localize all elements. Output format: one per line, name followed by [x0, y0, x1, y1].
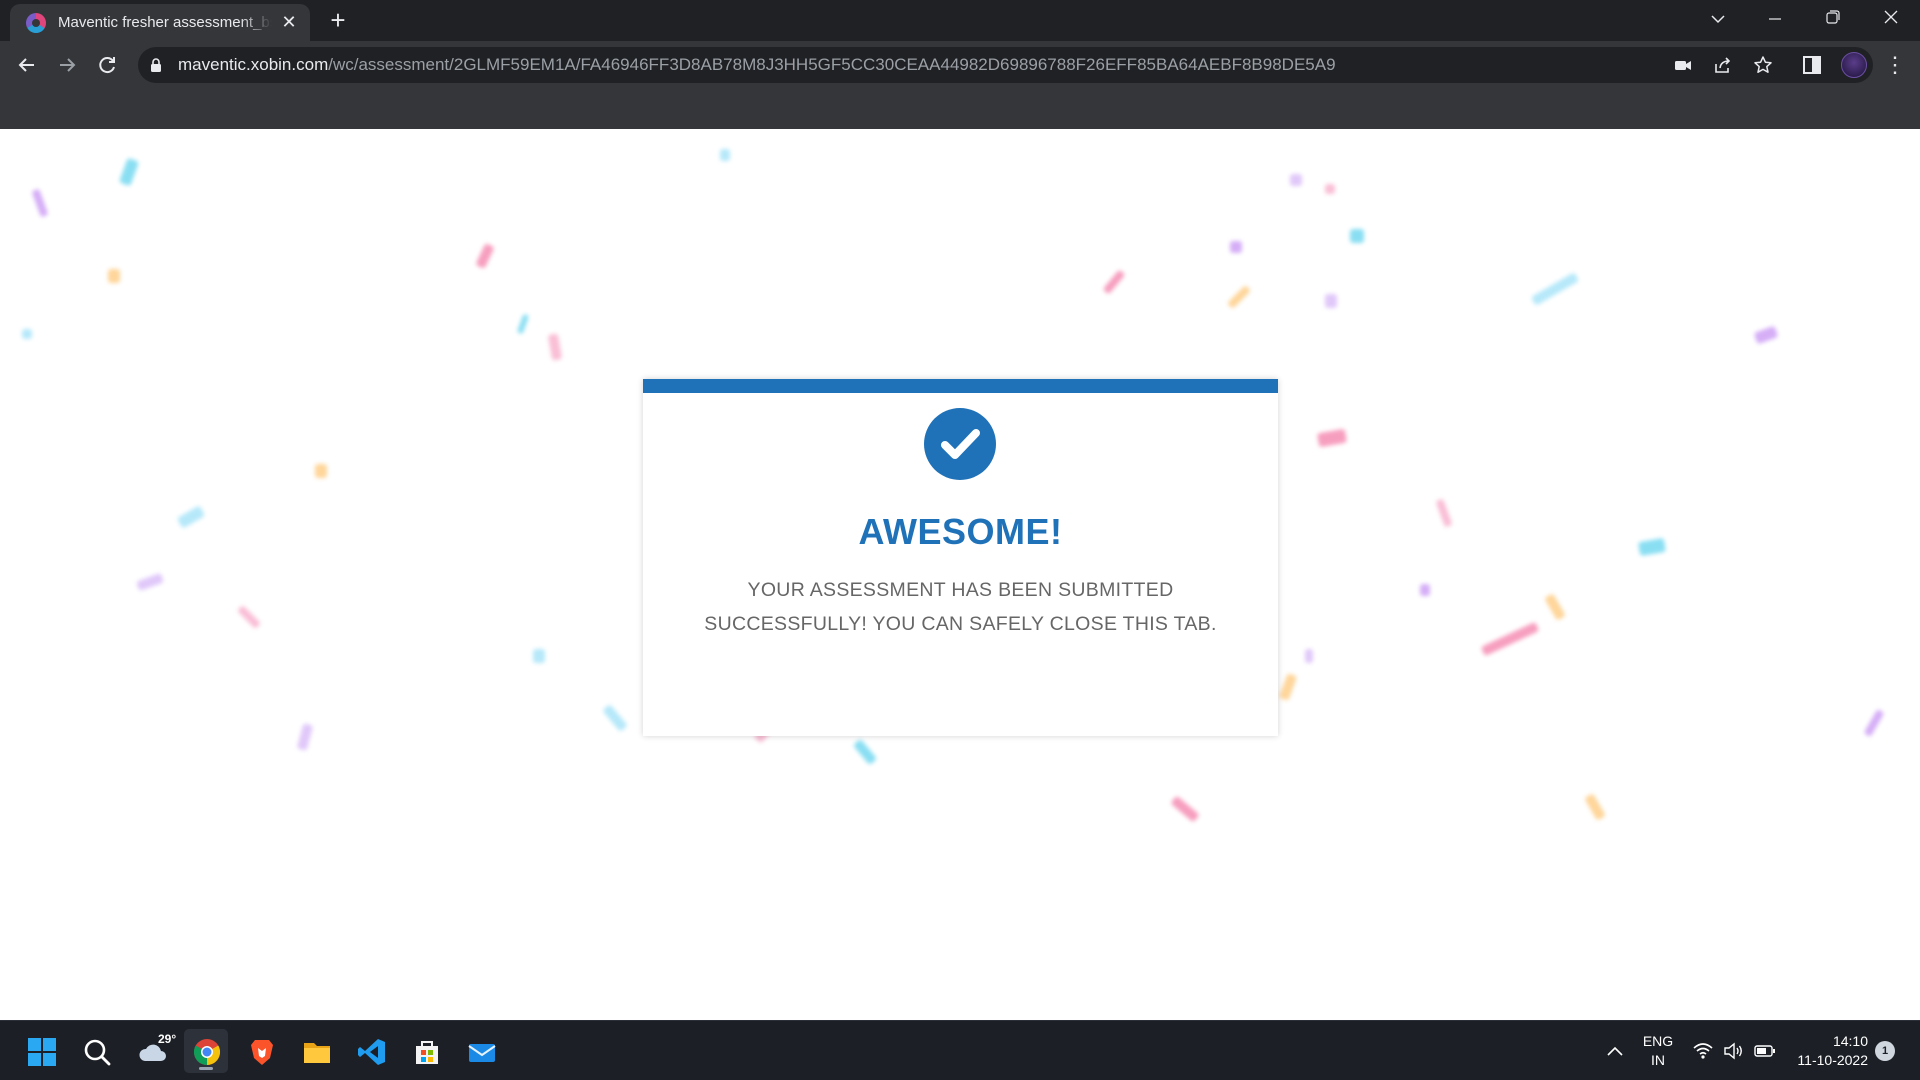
minimize-window-button[interactable] — [1752, 5, 1798, 35]
confetti-piece — [1226, 284, 1252, 310]
confetti-piece — [852, 738, 878, 766]
search-icon[interactable] — [74, 1029, 118, 1073]
notification-badge[interactable]: 1 — [1875, 1041, 1895, 1061]
submission-success-card: AWESOME! YOUR ASSESSMENT HAS BEEN SUBMIT… — [643, 379, 1278, 736]
confetti-piece — [118, 157, 140, 187]
confetti-piece — [22, 329, 32, 339]
more-menu-icon[interactable]: ⋮ — [1884, 51, 1906, 79]
back-arrow-icon[interactable] — [12, 50, 42, 80]
confetti-piece — [1753, 325, 1779, 345]
confetti-piece — [1290, 174, 1302, 186]
url-text[interactable]: maventic.xobin.com/wc/assessment/2GLMF59… — [178, 47, 1336, 83]
confetti-piece — [1102, 269, 1126, 295]
bookmarks-bar — [0, 89, 1920, 129]
success-message-line-1: YOUR ASSESSMENT HAS BEEN SUBMITTED — [747, 579, 1174, 601]
bookmark-star-icon[interactable] — [1753, 55, 1773, 75]
clock-time: 14:10 — [1832, 1033, 1868, 1049]
confetti-piece — [602, 704, 628, 732]
close-window-button[interactable] — [1868, 5, 1914, 35]
confetti-piece — [136, 572, 164, 592]
confetti-piece — [1480, 621, 1540, 657]
confetti-piece — [1435, 498, 1453, 528]
share-icon[interactable] — [1713, 55, 1733, 75]
success-message-line-2: SUCCESSFULLY! YOU CAN SAFELY CLOSE THIS … — [704, 613, 1217, 635]
new-tab-button[interactable]: + — [325, 7, 351, 34]
confetti-piece — [315, 464, 327, 478]
page-viewport: AWESOME! YOUR ASSESSMENT HAS BEEN SUBMIT… — [0, 129, 1920, 1020]
vscode-taskbar-icon[interactable] — [349, 1029, 393, 1073]
clock-date: 11-10-2022 — [1797, 1052, 1868, 1068]
mail-taskbar-icon[interactable] — [459, 1029, 503, 1073]
clock[interactable]: 14:10 11-10-2022 — [1788, 1032, 1868, 1070]
success-message: YOUR ASSESSMENT HAS BEEN SUBMITTED SUCCE… — [683, 573, 1238, 641]
confetti-piece — [31, 188, 49, 218]
confetti-piece — [236, 604, 262, 630]
confetti-piece — [1316, 428, 1348, 448]
address-bar[interactable]: maventic.xobin.com/wc/assessment/2GLMF59… — [138, 47, 1873, 83]
confetti-piece — [516, 313, 530, 335]
confetti-piece — [547, 333, 563, 361]
browser-tab-strip: Maventic fresher assessment_bsjt ✕ + — [0, 0, 1920, 41]
browser-tab-active[interactable]: Maventic fresher assessment_bsjt ✕ — [10, 4, 310, 41]
language-indicator[interactable]: ENG IN — [1636, 1032, 1680, 1070]
success-title: AWESOME! — [858, 511, 1063, 552]
region-code: IN — [1651, 1052, 1665, 1068]
weather-temperature: 29° — [158, 1032, 177, 1046]
check-circle-icon — [924, 408, 996, 480]
confetti-piece — [720, 149, 730, 161]
confetti-piece — [1637, 537, 1667, 557]
weather-widget[interactable]: 29° — [130, 1029, 177, 1073]
confetti-piece — [1278, 673, 1298, 701]
confetti-piece — [1420, 584, 1430, 596]
language-code: ENG — [1642, 1033, 1674, 1049]
confetti-piece — [475, 243, 495, 269]
close-tab-icon[interactable]: ✕ — [278, 12, 300, 33]
confetti-piece — [296, 723, 314, 751]
profile-avatar[interactable] — [1841, 52, 1867, 78]
active-indicator — [199, 1067, 213, 1070]
side-panel-icon[interactable] — [1800, 53, 1824, 77]
confetti-piece — [176, 505, 206, 529]
forward-arrow-icon[interactable] — [52, 50, 82, 80]
confetti-piece — [1325, 294, 1337, 308]
show-hidden-icons-chevron-icon[interactable] — [1604, 1041, 1626, 1061]
tab-title: Maventic fresher assessment_bsjt — [58, 14, 272, 31]
confetti-piece — [1544, 593, 1566, 621]
confetti-piece — [1230, 241, 1242, 253]
confetti-piece — [533, 649, 545, 663]
wifi-icon[interactable] — [1692, 1041, 1714, 1061]
confetti-piece — [1530, 272, 1580, 306]
battery-icon[interactable] — [1754, 1041, 1776, 1061]
confetti-piece — [1170, 795, 1200, 823]
tab-search-chevron-icon[interactable] — [1695, 5, 1741, 35]
file-explorer-icon[interactable] — [294, 1029, 338, 1073]
microsoft-store-icon[interactable] — [404, 1029, 448, 1073]
lock-icon[interactable] — [150, 58, 162, 72]
confetti-piece — [1325, 184, 1335, 194]
camera-in-use-icon[interactable] — [1673, 55, 1693, 75]
browser-toolbar: maventic.xobin.com/wc/assessment/2GLMF59… — [0, 41, 1920, 89]
xobin-favicon-icon — [26, 12, 46, 33]
windows-taskbar: 29° ENG IN 14:10 11-10-2022 — [0, 1020, 1920, 1080]
volume-icon[interactable] — [1723, 1041, 1745, 1061]
start-button[interactable] — [19, 1029, 63, 1073]
chrome-taskbar-icon[interactable] — [184, 1029, 228, 1073]
confetti-piece — [1584, 793, 1606, 821]
confetti-piece — [108, 269, 120, 283]
confetti-piece — [1863, 708, 1885, 738]
reload-icon[interactable] — [92, 50, 122, 80]
confetti-piece — [1305, 649, 1313, 663]
brave-taskbar-icon[interactable] — [239, 1029, 283, 1073]
confetti-piece — [1350, 229, 1364, 243]
restore-window-button[interactable] — [1810, 5, 1856, 35]
